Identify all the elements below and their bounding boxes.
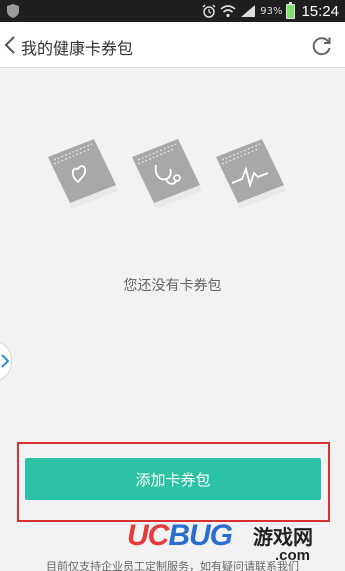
battery-percent: 93%	[260, 5, 283, 17]
title-bar: 我的健康卡券包	[0, 22, 345, 68]
battery-icon	[286, 1, 296, 19]
shield-icon	[7, 4, 19, 18]
wifi-icon	[220, 5, 236, 18]
add-card-package-button[interactable]: 添加卡券包	[25, 458, 321, 500]
side-expand-tab[interactable]	[0, 340, 12, 382]
watermark-logo: UCBUG	[127, 519, 233, 553]
alarm-icon	[202, 4, 216, 18]
refresh-icon[interactable]	[311, 35, 333, 57]
screen: 93% 15:24 我的健康卡券包 您还没有卡券包 添加卡券包 目前仅支持企业员…	[0, 0, 345, 571]
watermark-domain: .com	[275, 547, 311, 564]
page-title: 我的健康卡券包	[21, 39, 134, 58]
watermark: UCBUG 游戏网 .com	[127, 517, 345, 571]
ticket-stethoscope-icon	[132, 139, 202, 209]
status-time: 15:24	[301, 2, 339, 20]
empty-state-message: 您还没有卡券包	[123, 278, 222, 294]
status-indicators: 93% 15:24	[202, 0, 339, 22]
signal-icon	[241, 5, 256, 17]
empty-tickets-illustration	[48, 139, 286, 209]
watermark-logo-bug: BUG	[168, 519, 233, 552]
ticket-heart-icon	[48, 139, 118, 209]
ticket-heartbeat-icon	[216, 139, 286, 209]
status-bar: 93% 15:24	[0, 0, 345, 22]
chevron-right-icon	[1, 354, 9, 368]
back-icon[interactable]	[2, 34, 18, 56]
watermark-logo-uc: UC	[127, 519, 169, 552]
battery-fill	[287, 5, 295, 18]
watermark-site-name: 游戏网	[253, 525, 313, 549]
